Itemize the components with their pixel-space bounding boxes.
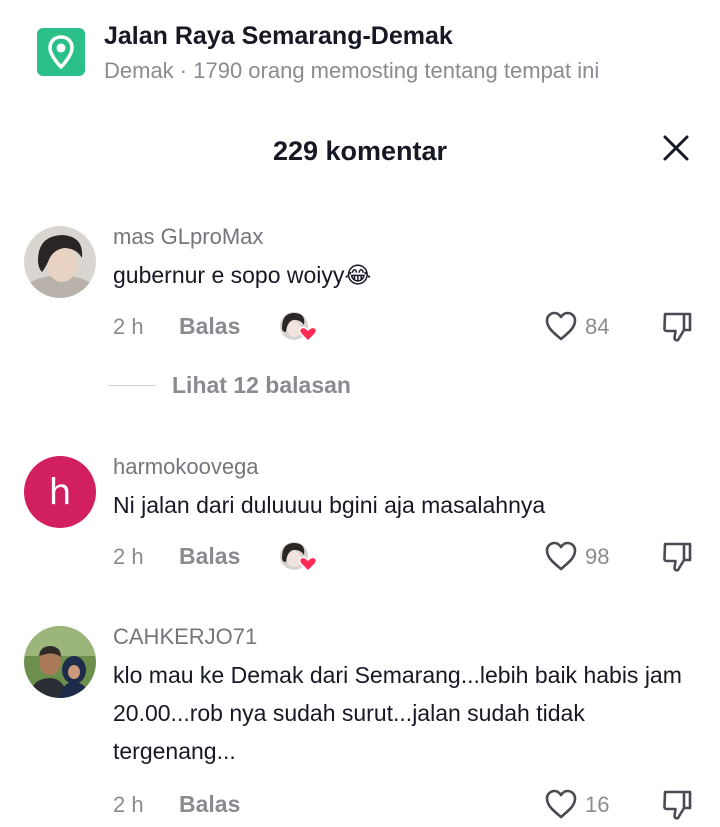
avatar[interactable]	[24, 626, 96, 698]
like-button[interactable]	[544, 540, 578, 574]
location-pin-icon	[37, 28, 85, 76]
comment-username[interactable]: mas GLproMax	[113, 224, 263, 250]
heart-icon	[545, 789, 577, 819]
close-button[interactable]	[660, 132, 692, 164]
comment-text: gubernur e sopo woiyy😂	[113, 262, 372, 288]
comment-text: Ni jalan dari duluuuu bgini aja masalahn…	[113, 492, 546, 518]
heart-icon	[545, 311, 577, 341]
reply-button[interactable]: Balas	[179, 543, 240, 570]
comment-actions: 2 h Balas 98	[0, 540, 720, 574]
avatar[interactable]: h	[24, 456, 96, 528]
close-icon	[663, 135, 689, 161]
creator-liked-badge	[278, 310, 318, 344]
comment-text: klo mau ke Demak dari Semarang...lebih b…	[113, 662, 682, 764]
dislike-button[interactable]	[661, 540, 693, 574]
dislike-button[interactable]	[661, 310, 693, 344]
avatar-letter: h	[48, 471, 72, 513]
comment-time: 2 h	[113, 544, 144, 569]
view-replies-label: Lihat 12 balasan	[172, 372, 351, 398]
comment-time: 2 h	[113, 314, 144, 339]
location-subtitle: Demak · 1790 orang memosting tentang tem…	[104, 58, 600, 83]
thumbs-down-icon	[663, 790, 692, 820]
thumbs-down-icon	[663, 542, 692, 572]
comment-actions: 2 h Balas 84	[0, 310, 720, 344]
avatar[interactable]	[24, 226, 96, 298]
like-button[interactable]	[544, 310, 578, 344]
comment-username[interactable]: CAHKERJO71	[113, 624, 257, 650]
heart-icon	[545, 541, 577, 571]
comments-header: 229 komentar	[0, 128, 720, 176]
location-bar[interactable]: Jalan Raya Semarang-Demak Demak · 1790 o…	[0, 0, 720, 100]
comments-count-title: 229 komentar	[272, 136, 448, 166]
comment-actions: 2 h Balas 16	[0, 788, 720, 822]
creator-liked-badge	[278, 540, 318, 574]
thumbs-down-icon	[663, 312, 692, 342]
like-button[interactable]	[544, 788, 578, 822]
like-count: 98	[585, 544, 610, 569]
divider-line	[108, 385, 156, 386]
location-title: Jalan Raya Semarang-Demak	[104, 22, 453, 50]
dislike-button[interactable]	[661, 788, 693, 822]
reply-button[interactable]: Balas	[179, 791, 240, 818]
like-count: 84	[585, 314, 610, 339]
comment-username[interactable]: harmokoovega	[113, 454, 259, 480]
reply-button[interactable]: Balas	[179, 313, 240, 340]
